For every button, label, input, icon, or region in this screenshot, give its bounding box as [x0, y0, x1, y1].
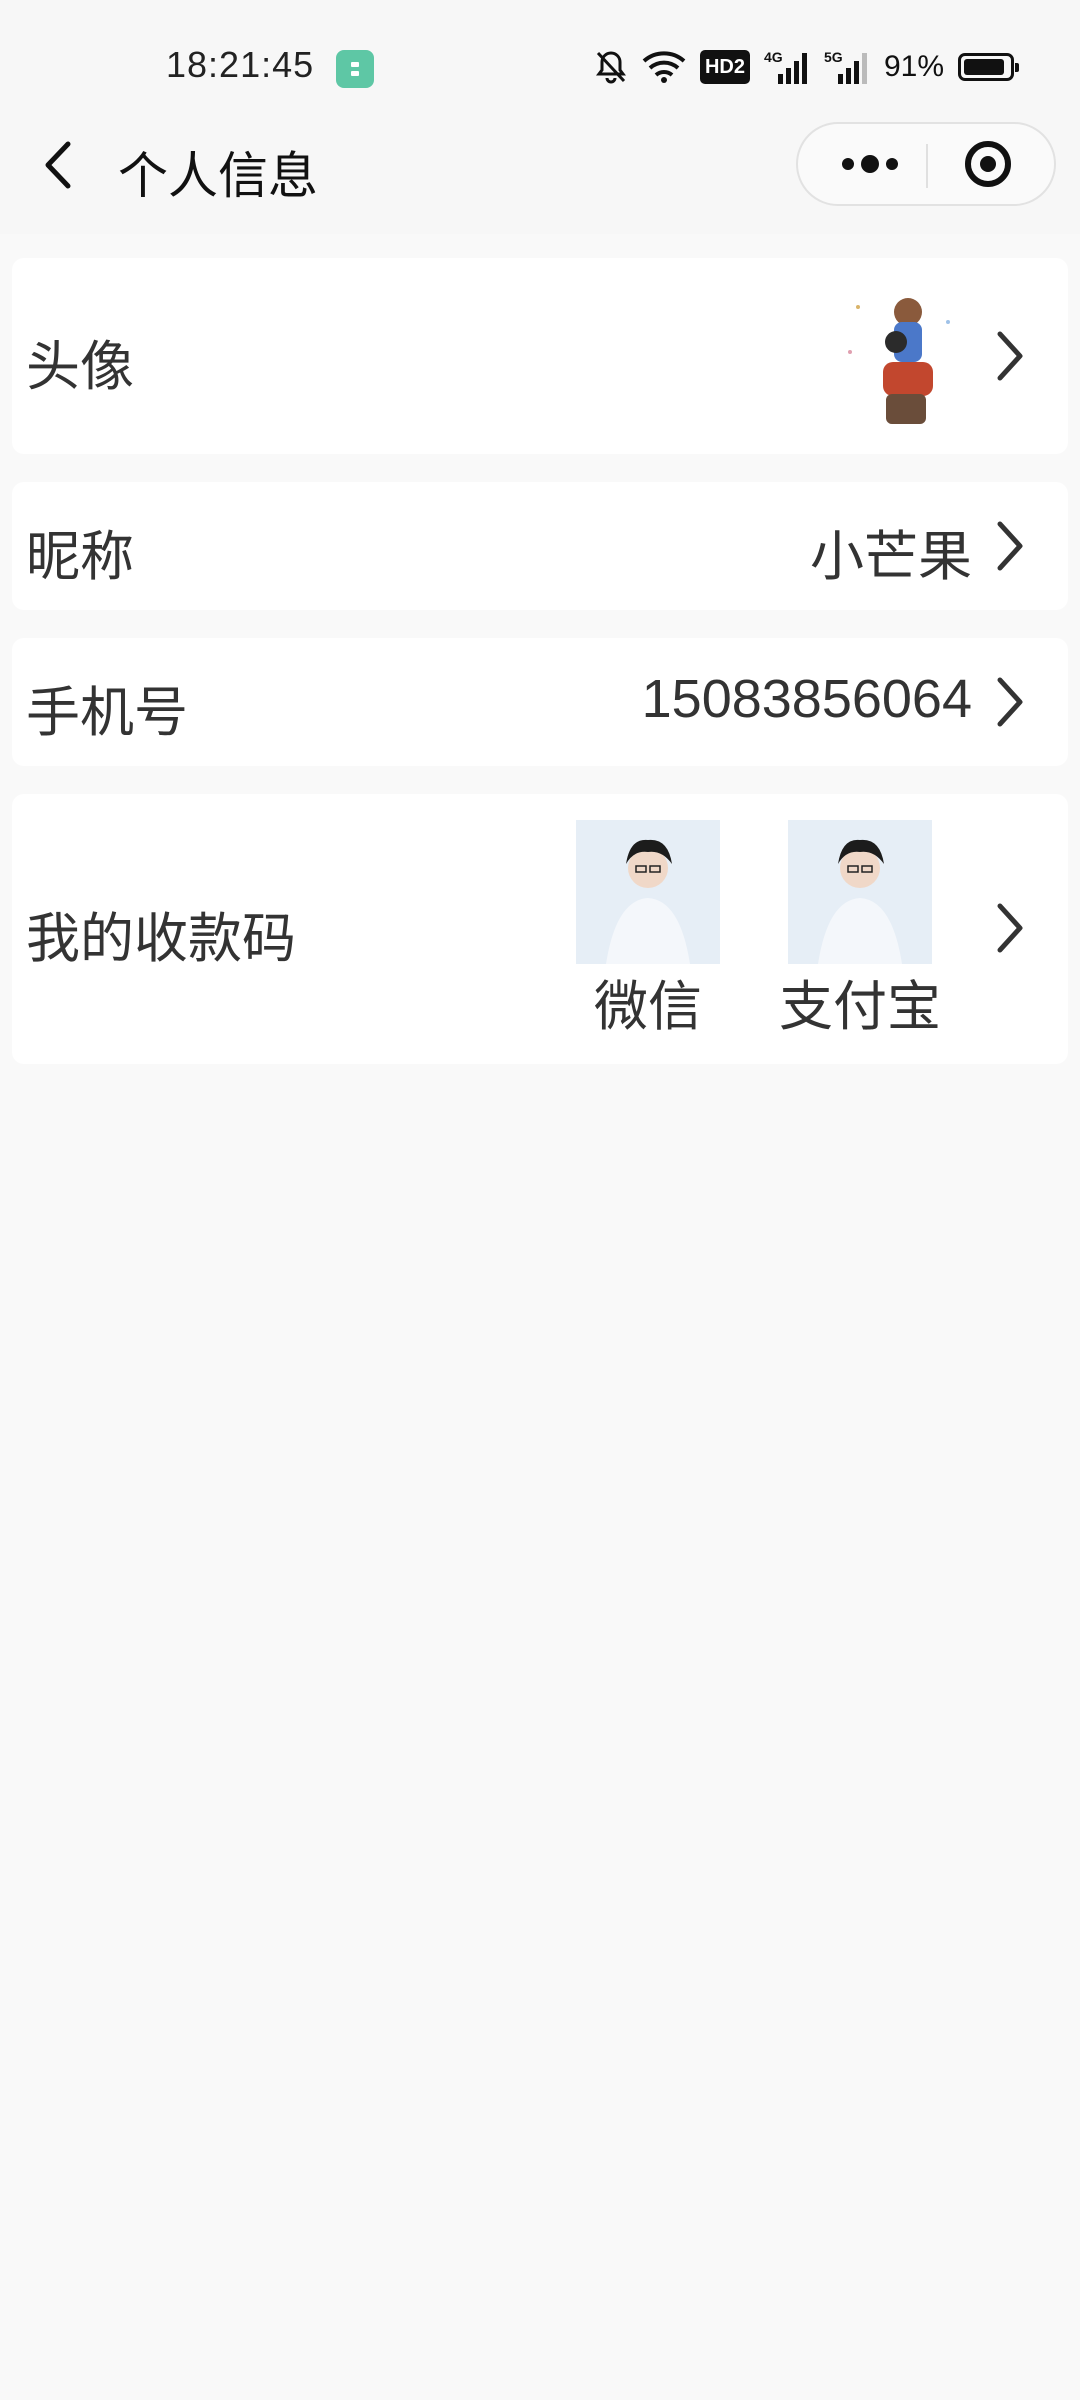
- avatar-image: [838, 282, 968, 432]
- status-icons: HD2 4G 5G 91%: [594, 46, 1019, 88]
- phone-value: 15083856064: [641, 669, 972, 729]
- nickname-label: 昵称: [26, 525, 134, 588]
- signal-4g-icon: 4G: [764, 49, 807, 84]
- page-title: 个人信息: [118, 147, 318, 205]
- nickname-row[interactable]: 昵称 小芒果: [12, 482, 1068, 610]
- status-time: 18:21:45: [166, 44, 315, 85]
- chevron-right-icon: [997, 331, 1023, 381]
- payment-codes-label: 我的收款码: [26, 907, 296, 970]
- battery-icon: [958, 53, 1019, 81]
- phone-row[interactable]: 手机号 15083856064: [12, 638, 1068, 766]
- net1-label: 4G: [764, 49, 783, 65]
- app-notification-icon: [336, 50, 374, 88]
- payment-codes-row[interactable]: 我的收款码 微信 支付宝: [12, 794, 1068, 1064]
- alipay-caption: 支付宝: [779, 975, 941, 1038]
- battery-percent: 91%: [883, 50, 944, 83]
- net2-label: 5G: [824, 49, 843, 65]
- mini-program-capsule: [796, 122, 1056, 206]
- chevron-left-icon: [45, 141, 71, 189]
- phone-label: 手机号: [26, 681, 188, 744]
- more-dots-icon[interactable]: [818, 124, 918, 204]
- wechat-caption: 微信: [594, 975, 702, 1038]
- avatar-row[interactable]: 头像: [12, 258, 1068, 454]
- capsule-divider: [926, 144, 928, 188]
- battery-fill: [964, 59, 1004, 75]
- back-button[interactable]: [30, 132, 90, 198]
- signal-5g-icon: 5G: [824, 49, 867, 84]
- chevron-right-icon: [997, 521, 1023, 571]
- chevron-right-icon: [997, 903, 1023, 953]
- nav-bar: 个人信息: [0, 100, 1080, 234]
- chevron-right-icon: [997, 677, 1023, 727]
- alipay-code-image[interactable]: [788, 820, 932, 964]
- nickname-value: 小芒果: [810, 525, 972, 588]
- mute-bell-icon: [595, 51, 626, 84]
- hd-voice-icon: HD2: [699, 50, 750, 84]
- wifi-icon: [642, 51, 686, 83]
- target-circle-icon[interactable]: [948, 124, 1048, 204]
- avatar-label: 头像: [26, 335, 134, 398]
- wechat-code-image[interactable]: [576, 820, 720, 964]
